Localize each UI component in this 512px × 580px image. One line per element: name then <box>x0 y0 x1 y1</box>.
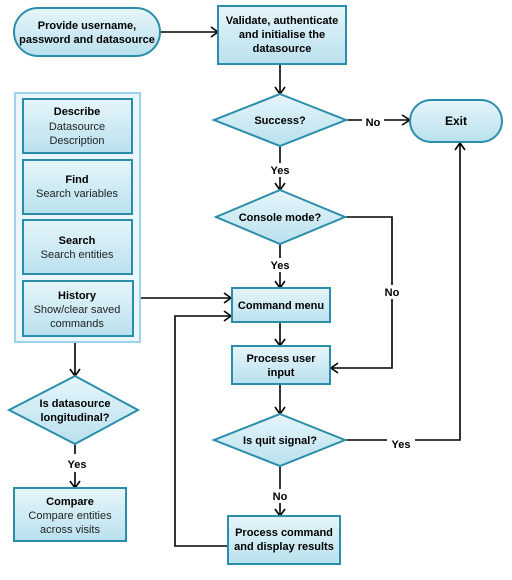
node-process-command: Process command and display results <box>227 515 341 565</box>
command-find: Find Search variables <box>22 159 133 215</box>
edge-label-console-yes: Yes <box>271 260 290 272</box>
node-validate: Validate, authenticate and initialise the… <box>217 5 347 65</box>
edge-label-quit-yes: Yes <box>392 439 411 451</box>
svg-text:Search: Search <box>59 235 96 247</box>
svg-text:Command menu: Command menu <box>238 300 324 312</box>
node-command-menu: Command menu <box>231 287 331 323</box>
svg-text:Success?: Success? <box>254 115 306 127</box>
node-longitudinal-decision: Is datasource longitudinal? <box>6 374 141 446</box>
command-describe: Describe Datasource Description <box>22 98 133 154</box>
node-process-input: Process user input <box>231 345 331 385</box>
svg-text:Compare: Compare <box>46 496 94 508</box>
svg-text:Search variables: Search variables <box>36 188 118 200</box>
svg-text:Is quit signal?: Is quit signal? <box>243 435 317 447</box>
node-compare: Compare Compare entities across visits <box>13 487 127 542</box>
svg-text:Console mode?: Console mode? <box>239 212 322 224</box>
edge-label-quit-no: No <box>273 491 288 503</box>
command-history: History Show/clear saved commands <box>22 280 134 337</box>
edge-label-success-no: No <box>366 117 381 129</box>
svg-text:Search entities: Search entities <box>41 249 114 261</box>
node-console-decision: Console mode? <box>213 188 348 246</box>
svg-text:Describe: Describe <box>54 106 100 118</box>
node-success-decision: Success? <box>211 92 349 148</box>
svg-text:Exit: Exit <box>445 114 467 128</box>
command-search: Search Search entities <box>22 219 133 275</box>
node-start: Provide username, password and datasource <box>13 7 161 57</box>
commands-group: Describe Datasource Description Find Sear… <box>14 92 141 343</box>
node-exit: Exit <box>409 99 503 143</box>
svg-text:History: History <box>58 290 97 302</box>
edge-label-console-no: No <box>385 287 400 299</box>
edge-label-longitudinal-yes: Yes <box>68 459 87 471</box>
svg-text:Find: Find <box>65 174 88 186</box>
edge-loop-back <box>174 315 231 547</box>
edge-label-success-yes: Yes <box>271 165 290 177</box>
flowchart: No Yes Yes No Yes No Yes Provide usernam… <box>6 5 503 565</box>
node-quit-decision: Is quit signal? <box>211 412 348 468</box>
